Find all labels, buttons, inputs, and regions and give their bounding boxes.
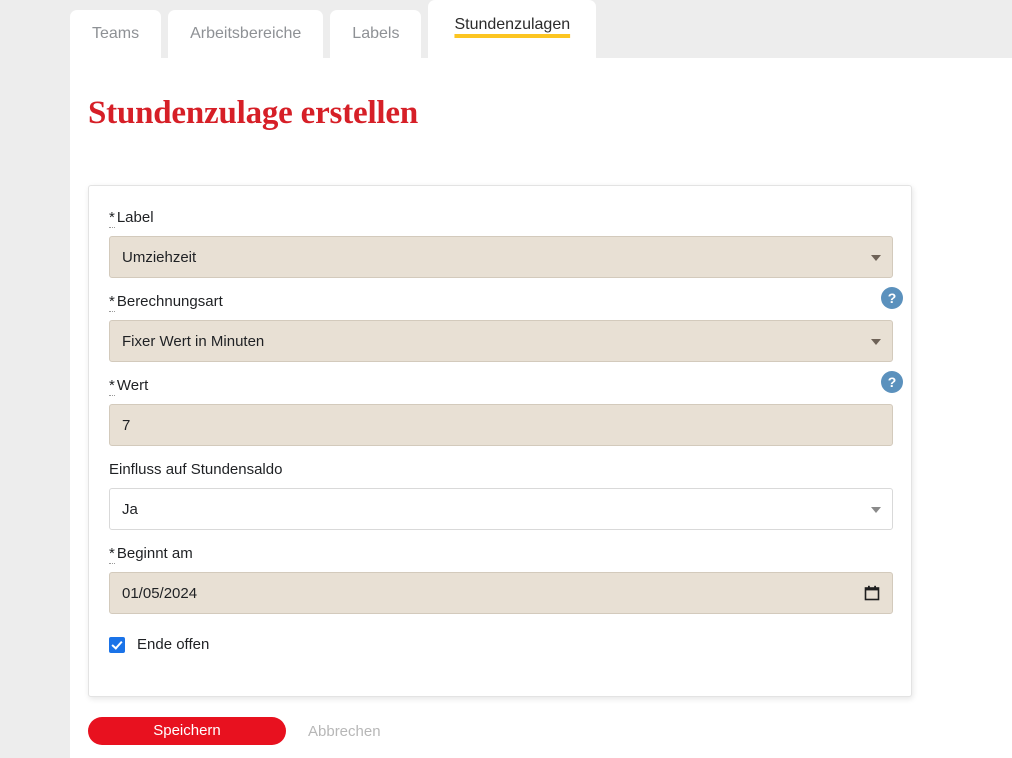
form-card: * Label Umziehzeit * Berechnungsart ? Fixe…: [88, 185, 912, 697]
required-marker: *: [109, 293, 115, 312]
field-label-text: * Beginnt am: [109, 544, 893, 564]
tab-label: Teams: [92, 25, 140, 42]
form-fields: * Label Umziehzeit * Berechnungsart ? Fixe…: [109, 208, 903, 653]
chevron-down-icon: [871, 339, 881, 345]
ende-offen-label: Ende offen: [137, 636, 210, 653]
field-label-caption: Beginnt am: [116, 545, 193, 562]
field-label: * Label Umziehzeit: [109, 208, 893, 278]
berechnungsart-select-value: Fixer Wert in Minuten: [122, 332, 265, 350]
field-berechnungsart: * Berechnungsart ? Fixer Wert in Minuten: [109, 287, 903, 362]
beginnt-am-date-input[interactable]: 01/05/2024: [109, 572, 893, 614]
wert-input[interactable]: 7: [109, 404, 893, 446]
field-ende-offen: Ende offen: [109, 636, 893, 653]
field-label-caption: Einfluss auf Stundensaldo: [109, 461, 283, 478]
save-button[interactable]: Speichern: [88, 717, 286, 745]
help-icon-wert[interactable]: ?: [881, 371, 903, 393]
label-select[interactable]: Umziehzeit: [109, 236, 893, 278]
beginnt-am-value: 01/05/2024: [122, 584, 198, 602]
einfluss-select-value: Ja: [122, 500, 138, 518]
calendar-icon[interactable]: [864, 585, 880, 601]
tab-stundenzulagen[interactable]: Stundenzulagen: [428, 0, 597, 58]
field-label-caption: Wert: [116, 377, 149, 394]
field-label-text: * Wert: [109, 376, 893, 396]
field-label-text: * Label: [109, 208, 893, 228]
required-marker: *: [109, 377, 115, 396]
required-marker: *: [109, 545, 115, 564]
tab-arbeitsbereiche[interactable]: Arbeitsbereiche: [168, 10, 324, 58]
chevron-down-icon: [871, 507, 881, 513]
help-icon-berechnungsart[interactable]: ?: [881, 287, 903, 309]
field-wert: * Wert ? 7: [109, 371, 903, 446]
chevron-down-icon: [871, 255, 881, 261]
field-label-caption: Label: [116, 209, 154, 226]
required-marker: *: [109, 209, 115, 228]
wert-input-value: 7: [122, 416, 131, 434]
ende-offen-checkbox[interactable]: [109, 636, 125, 653]
cancel-button[interactable]: Abbrechen: [308, 723, 381, 740]
field-beginnt-am: * Beginnt am 01/05/2024: [109, 544, 893, 614]
einfluss-select[interactable]: Ja: [109, 488, 893, 530]
berechnungsart-select[interactable]: Fixer Wert in Minuten: [109, 320, 893, 362]
tab-teams[interactable]: Teams: [70, 10, 162, 58]
tab-label: Stundenzulagen: [454, 16, 571, 33]
form-actions: Speichern Abbrechen: [88, 717, 381, 745]
label-select-value: Umziehzeit: [122, 248, 197, 266]
tab-label: Labels: [352, 25, 400, 42]
page-title: Stundenzulage erstellen: [88, 95, 418, 131]
field-label-text: * Berechnungsart: [109, 292, 893, 312]
tab-label: Arbeitsbereiche: [190, 25, 302, 42]
field-label-caption: Berechnungsart: [116, 293, 223, 310]
tab-labels[interactable]: Labels: [330, 10, 422, 58]
field-label-text: Einfluss auf Stundensaldo: [109, 460, 893, 480]
field-einfluss-stundensaldo: Einfluss auf Stundensaldo Ja: [109, 460, 893, 530]
tab-bar: Teams Arbeitsbereiche Labels Stundenzula…: [0, 0, 1012, 58]
app-root: Teams Arbeitsbereiche Labels Stundenzula…: [0, 0, 1012, 758]
